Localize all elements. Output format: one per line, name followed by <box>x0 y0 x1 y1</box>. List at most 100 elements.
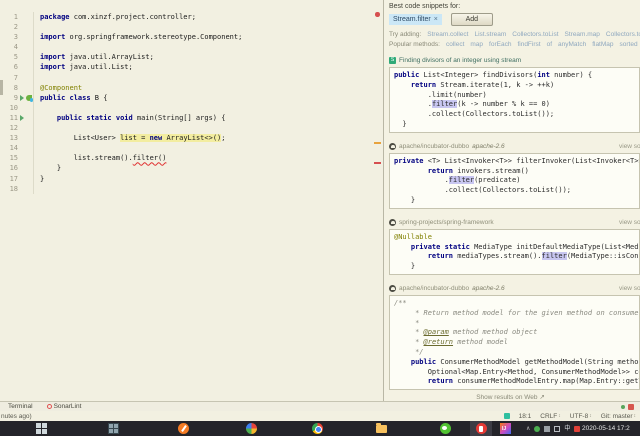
code-text <box>33 42 40 52</box>
notification-icon[interactable] <box>628 404 634 410</box>
search-token-chip[interactable]: Stream.filter × <box>389 14 442 25</box>
suggestion-link[interactable]: sorted <box>620 41 638 48</box>
music-app-icon[interactable] <box>178 423 189 434</box>
encoding-selector[interactable]: UTF-8 ↕ <box>570 413 592 420</box>
line-number: 6 <box>0 62 18 72</box>
code-line[interactable]: 3import org.springframework.stereotype.C… <box>0 32 383 42</box>
code-text: list.stream().filter() <box>33 153 166 163</box>
gutter <box>18 123 33 133</box>
suggestion-link[interactable]: forEach <box>489 41 511 48</box>
line-number: 12 <box>0 123 18 133</box>
code-line[interactable]: 17} <box>0 174 383 184</box>
repo-name[interactable]: apache/incubator-dubbo <box>399 285 469 292</box>
chip-close-icon[interactable]: × <box>434 16 438 23</box>
warning-mark[interactable] <box>374 142 381 144</box>
popular-methods-row: Popular methods: collectmapforEachfindFi… <box>389 41 640 48</box>
code-line[interactable]: 14 <box>0 143 383 153</box>
code-line[interactable]: 1package com.xinzf.project.controller; <box>0 12 383 22</box>
sonarlint-button[interactable]: SonarLint <box>47 403 82 410</box>
taskbar-clock[interactable]: 2020-05-14 17:2 <box>582 425 630 432</box>
code-line[interactable]: 4 <box>0 42 383 52</box>
view-source-link[interactable]: view source <box>619 143 640 150</box>
suggestion-link[interactable]: map <box>470 41 483 48</box>
code-line[interactable]: 2 <box>0 22 383 32</box>
tray-app-icon[interactable] <box>544 426 550 432</box>
chrome-app-icon[interactable] <box>312 423 323 434</box>
input-method-indicator[interactable]: 中 <box>564 426 570 432</box>
suggestion-link[interactable]: anyMatch <box>558 41 586 48</box>
code-line[interactable]: 9public class B { <box>0 93 383 103</box>
code-editor[interactable]: 1package com.xinzf.project.controller;23… <box>0 0 383 401</box>
active-app-button[interactable] <box>470 421 492 436</box>
add-button[interactable]: Add <box>451 13 493 26</box>
git-branch-value: Git: master <box>601 413 633 420</box>
snippet-code-box[interactable]: private <T> List<Invoker<T>> filterInvok… <box>389 153 640 209</box>
snippet-code-box[interactable]: /** * Return method model for the given … <box>389 295 640 390</box>
code-line[interactable]: 16 } <box>0 163 383 173</box>
gutter <box>18 184 33 194</box>
snippet-title[interactable]: Finding divisors of an integer using str… <box>399 57 521 64</box>
show-results-web-link[interactable]: Show results on Web ↗ <box>389 393 640 401</box>
start-button[interactable] <box>36 423 47 434</box>
code-line[interactable]: 18 <box>0 184 383 194</box>
repo-name[interactable]: apache/incubator-dubbo <box>399 143 469 150</box>
suggestion-link[interactable]: List.stream <box>474 31 506 38</box>
github-icon <box>389 219 396 226</box>
code-line[interactable]: 15 list.stream().filter() <box>0 153 383 163</box>
git-branch-selector[interactable]: Git: master ↕ <box>601 413 636 420</box>
code-text: List<User> list = new ArrayList<>(); <box>33 133 225 143</box>
view-source-link[interactable]: view source <box>619 219 640 226</box>
tray-window-icon[interactable] <box>554 426 560 432</box>
line-number: 2 <box>0 22 18 32</box>
code-line[interactable]: 8@Component <box>0 83 383 93</box>
tool-window-handle[interactable] <box>0 80 3 95</box>
browser-app-icon[interactable] <box>246 423 257 434</box>
gutter <box>18 52 33 62</box>
tray-security-icon[interactable] <box>574 426 580 432</box>
code-line[interactable]: 12 <box>0 123 383 133</box>
terminal-button[interactable]: Terminal <box>8 403 33 410</box>
suggestion-link[interactable]: of <box>547 41 552 48</box>
code-line[interactable]: 10 <box>0 103 383 113</box>
snippet-code-box[interactable]: @Nullable private static MediaType initD… <box>389 229 640 275</box>
tray-expand-icon[interactable]: ∧ <box>526 425 530 432</box>
gutter <box>18 133 33 143</box>
lint-status-icon[interactable] <box>504 413 510 419</box>
snippet-code-box[interactable]: public List<Integer> findDivisors(int nu… <box>389 67 640 133</box>
suggestion-link[interactable]: findFirst <box>517 41 540 48</box>
gutter <box>18 153 33 163</box>
code-text: } <box>33 163 61 173</box>
line-ending-selector[interactable]: CRLF ↕ <box>540 413 560 420</box>
code-line[interactable]: 7 <box>0 73 383 83</box>
run-icon[interactable] <box>20 95 24 101</box>
view-source-link[interactable]: view source <box>619 285 640 292</box>
try-adding-row: Try adding: Stream.collectList.streamCol… <box>389 31 640 38</box>
error-mark[interactable] <box>374 162 381 164</box>
code-line[interactable]: 5import java.util.ArrayList; <box>0 52 383 62</box>
spring-bean-icon[interactable] <box>26 95 32 101</box>
suggestion-link[interactable]: Stream.map <box>565 31 600 38</box>
chevron-updown-icon: ↕ <box>634 413 637 419</box>
code-line[interactable]: 6import java.util.List; <box>0 62 383 72</box>
code-line[interactable]: 13 List<User> list = new ArrayList<>(); <box>0 133 383 143</box>
suggestion-link[interactable]: collect <box>446 41 464 48</box>
suggestion-link[interactable]: flatMap <box>592 41 613 48</box>
intellij-idea-app-icon[interactable] <box>500 423 511 434</box>
wechat-app-icon[interactable] <box>440 423 451 434</box>
repo-name[interactable]: spring-projects/spring-framework <box>399 219 494 226</box>
calculator-app-icon[interactable] <box>108 423 119 434</box>
chip-label: Stream.filter <box>393 16 431 23</box>
suggestion-link[interactable]: Collectors.toList <box>512 31 558 38</box>
gutter <box>18 163 33 173</box>
suggestion-link[interactable]: Stream.collect <box>427 31 468 38</box>
code-text: package com.xinzf.project.controller; <box>33 12 196 22</box>
suggestion-link[interactable]: Collectors.toSet <box>606 31 640 38</box>
gutter <box>18 62 33 72</box>
file-explorer-icon[interactable] <box>376 425 387 433</box>
run-icon[interactable] <box>20 115 24 121</box>
tray-status-icon[interactable] <box>534 426 540 432</box>
error-stripe[interactable] <box>374 0 382 401</box>
caret-position[interactable]: 18:1 <box>519 413 532 420</box>
gutter <box>18 22 33 32</box>
code-line[interactable]: 11 public static void main(String[] args… <box>0 113 383 123</box>
